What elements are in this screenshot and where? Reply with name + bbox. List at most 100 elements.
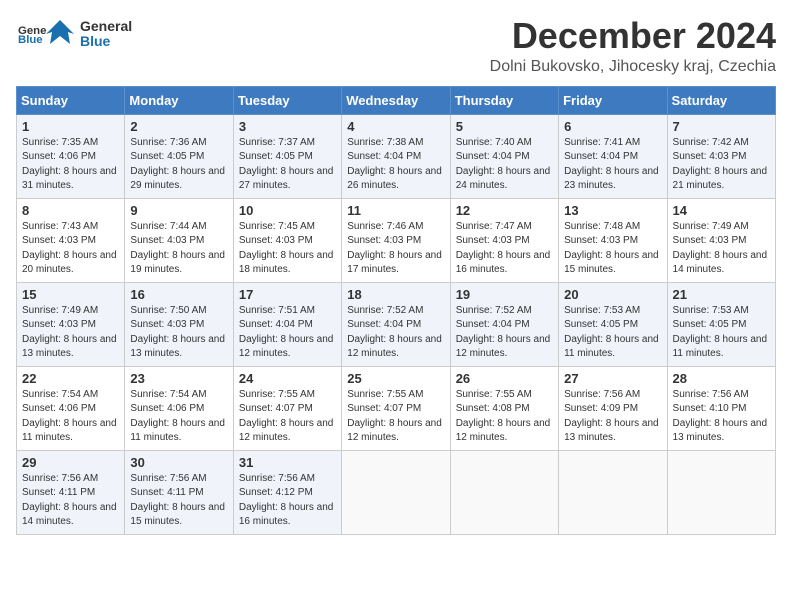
calendar-cell: 26 Sunrise: 7:55 AMSunset: 4:08 PMDayligh… [450, 366, 558, 450]
calendar-cell [342, 450, 450, 534]
calendar-cell: 30Sunrise: 7:56 AMSunset: 4:11 PMDayligh… [125, 450, 233, 534]
day-number: 13 [564, 203, 661, 218]
calendar-cell: 10Sunrise: 7:45 AMSunset: 4:03 PMDayligh… [233, 198, 341, 282]
day-detail: Sunrise: 7:50 AMSunset: 4:03 PMDaylight:… [130, 305, 225, 360]
page-header: General Blue General Blue December 2024 … [16, 16, 776, 76]
day-number: 1 [22, 119, 119, 134]
day-detail: Sunrise: 7:47 AMSunset: 4:03 PMDaylight:… [456, 221, 551, 276]
calendar-cell: 27 Sunrise: 7:56 AMSunset: 4:09 PMDayligh… [559, 366, 667, 450]
day-detail: Sunrise: 7:55 AMSunset: 4:08 PMDaylight:… [456, 389, 551, 444]
calendar-cell: 5 Sunrise: 7:40 AMSunset: 4:04 PMDaylight… [450, 114, 558, 198]
day-detail: Sunrise: 7:52 AMSunset: 4:04 PMDaylight:… [347, 305, 442, 360]
location-subtitle: Dolni Bukovsko, Jihocesky kraj, Czechia [490, 58, 776, 76]
calendar-cell: 1 Sunrise: 7:35 AMSunset: 4:06 PMDaylight… [17, 114, 125, 198]
calendar-cell: 4 Sunrise: 7:38 AMSunset: 4:04 PMDaylight… [342, 114, 450, 198]
day-detail: Sunrise: 7:42 AMSunset: 4:03 PMDaylight:… [673, 137, 768, 192]
day-number: 25 [347, 371, 444, 386]
calendar-cell: 2 Sunrise: 7:36 AMSunset: 4:05 PMDaylight… [125, 114, 233, 198]
day-detail: Sunrise: 7:56 AMSunset: 4:10 PMDaylight:… [673, 389, 768, 444]
day-detail: Sunrise: 7:56 AMSunset: 4:11 PMDaylight:… [22, 473, 117, 528]
calendar-cell: 16Sunrise: 7:50 AMSunset: 4:03 PMDayligh… [125, 282, 233, 366]
day-number: 17 [239, 287, 336, 302]
col-header-saturday: Saturday [667, 86, 775, 114]
calendar-cell: 22Sunrise: 7:54 AMSunset: 4:06 PMDayligh… [17, 366, 125, 450]
day-number: 28 [673, 371, 770, 386]
calendar-cell [450, 450, 558, 534]
calendar-cell [667, 450, 775, 534]
day-detail: Sunrise: 7:48 AMSunset: 4:03 PMDaylight:… [564, 221, 659, 276]
day-number: 26 [456, 371, 553, 386]
title-block: December 2024 Dolni Bukovsko, Jihocesky … [490, 16, 776, 76]
calendar-cell [559, 450, 667, 534]
calendar-cell: 17 Sunrise: 7:51 AMSunset: 4:04 PMDayligh… [233, 282, 341, 366]
calendar-cell: 18 Sunrise: 7:52 AMSunset: 4:04 PMDayligh… [342, 282, 450, 366]
day-detail: Sunrise: 7:55 AMSunset: 4:07 PMDaylight:… [239, 389, 334, 444]
day-detail: Sunrise: 7:52 AMSunset: 4:04 PMDaylight:… [456, 305, 551, 360]
day-number: 6 [564, 119, 661, 134]
day-number: 2 [130, 119, 227, 134]
day-number: 3 [239, 119, 336, 134]
day-detail: Sunrise: 7:56 AMSunset: 4:09 PMDaylight:… [564, 389, 659, 444]
day-number: 31 [239, 455, 336, 470]
col-header-sunday: Sunday [17, 86, 125, 114]
calendar-cell: 8 Sunrise: 7:43 AMSunset: 4:03 PMDaylight… [17, 198, 125, 282]
day-number: 15 [22, 287, 119, 302]
day-detail: Sunrise: 7:44 AMSunset: 4:03 PMDaylight:… [130, 221, 225, 276]
day-detail: Sunrise: 7:35 AMSunset: 4:06 PMDaylight:… [22, 137, 117, 192]
day-number: 20 [564, 287, 661, 302]
day-detail: Sunrise: 7:53 AMSunset: 4:05 PMDaylight:… [673, 305, 768, 360]
month-title: December 2024 [490, 16, 776, 56]
day-number: 4 [347, 119, 444, 134]
calendar-cell: 23Sunrise: 7:54 AMSunset: 4:06 PMDayligh… [125, 366, 233, 450]
col-header-monday: Monday [125, 86, 233, 114]
day-detail: Sunrise: 7:53 AMSunset: 4:05 PMDaylight:… [564, 305, 659, 360]
calendar-cell: 7 Sunrise: 7:42 AMSunset: 4:03 PMDaylight… [667, 114, 775, 198]
day-detail: Sunrise: 7:56 AMSunset: 4:12 PMDaylight:… [239, 473, 334, 528]
calendar-cell: 11 Sunrise: 7:46 AMSunset: 4:03 PMDayligh… [342, 198, 450, 282]
col-header-tuesday: Tuesday [233, 86, 341, 114]
calendar-cell: 6 Sunrise: 7:41 AMSunset: 4:04 PMDaylight… [559, 114, 667, 198]
col-header-wednesday: Wednesday [342, 86, 450, 114]
day-number: 18 [347, 287, 444, 302]
calendar-cell: 15 Sunrise: 7:49 AMSunset: 4:03 PMDayligh… [17, 282, 125, 366]
day-number: 14 [673, 203, 770, 218]
day-detail: Sunrise: 7:51 AMSunset: 4:04 PMDaylight:… [239, 305, 334, 360]
calendar-cell: 19 Sunrise: 7:52 AMSunset: 4:04 PMDayligh… [450, 282, 558, 366]
day-detail: Sunrise: 7:41 AMSunset: 4:04 PMDaylight:… [564, 137, 659, 192]
day-detail: Sunrise: 7:40 AMSunset: 4:04 PMDaylight:… [456, 137, 551, 192]
day-detail: Sunrise: 7:46 AMSunset: 4:03 PMDaylight:… [347, 221, 442, 276]
col-header-friday: Friday [559, 86, 667, 114]
day-number: 21 [673, 287, 770, 302]
day-number: 12 [456, 203, 553, 218]
calendar-cell: 24 Sunrise: 7:55 AMSunset: 4:07 PMDayligh… [233, 366, 341, 450]
calendar-cell: 20 Sunrise: 7:53 AMSunset: 4:05 PMDayligh… [559, 282, 667, 366]
calendar-cell: 25Sunrise: 7:55 AMSunset: 4:07 PMDayligh… [342, 366, 450, 450]
day-detail: Sunrise: 7:36 AMSunset: 4:05 PMDaylight:… [130, 137, 225, 192]
calendar-cell: 9 Sunrise: 7:44 AMSunset: 4:03 PMDaylight… [125, 198, 233, 282]
calendar-table: SundayMondayTuesdayWednesdayThursdayFrid… [16, 86, 776, 535]
day-detail: Sunrise: 7:54 AMSunset: 4:06 PMDaylight:… [22, 389, 117, 444]
svg-text:Blue: Blue [18, 34, 43, 46]
calendar-cell: 13 Sunrise: 7:48 AMSunset: 4:03 PMDayligh… [559, 198, 667, 282]
day-number: 11 [347, 203, 444, 218]
day-number: 27 [564, 371, 661, 386]
day-number: 19 [456, 287, 553, 302]
day-number: 9 [130, 203, 227, 218]
day-number: 24 [239, 371, 336, 386]
day-number: 10 [239, 203, 336, 218]
day-number: 5 [456, 119, 553, 134]
day-detail: Sunrise: 7:43 AMSunset: 4:03 PMDaylight:… [22, 221, 117, 276]
logo-general-text: General [80, 19, 132, 34]
day-detail: Sunrise: 7:54 AMSunset: 4:06 PMDaylight:… [130, 389, 225, 444]
calendar-cell: 29Sunrise: 7:56 AMSunset: 4:11 PMDayligh… [17, 450, 125, 534]
day-detail: Sunrise: 7:38 AMSunset: 4:04 PMDaylight:… [347, 137, 442, 192]
day-detail: Sunrise: 7:49 AMSunset: 4:03 PMDaylight:… [22, 305, 117, 360]
logo: General Blue General Blue [16, 16, 132, 52]
day-detail: Sunrise: 7:37 AMSunset: 4:05 PMDaylight:… [239, 137, 334, 192]
day-detail: Sunrise: 7:49 AMSunset: 4:03 PMDaylight:… [673, 221, 768, 276]
logo-bird-icon [42, 16, 78, 52]
day-number: 7 [673, 119, 770, 134]
logo-blue-text: Blue [80, 34, 132, 49]
day-number: 8 [22, 203, 119, 218]
calendar-cell: 14 Sunrise: 7:49 AMSunset: 4:03 PMDayligh… [667, 198, 775, 282]
